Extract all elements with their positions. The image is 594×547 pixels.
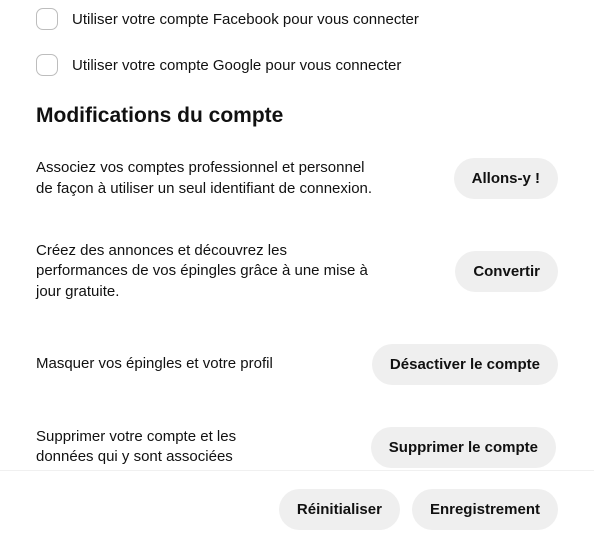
convert-button[interactable]: Convertir — [455, 251, 558, 292]
link-accounts-button[interactable]: Allons-y ! — [454, 158, 558, 199]
deactivate-row: Masquer vos épingles et votre profil Dés… — [36, 344, 558, 385]
facebook-label: Utiliser votre compte Facebook pour vous… — [72, 11, 419, 28]
google-login-option: Utiliser votre compte Google pour vous c… — [36, 54, 558, 76]
save-button[interactable]: Enregistrement — [412, 489, 558, 530]
facebook-checkbox[interactable] — [36, 8, 58, 30]
delete-desc: Supprimer votre compte et les données qu… — [36, 427, 276, 468]
delete-button[interactable]: Supprimer le compte — [371, 427, 556, 468]
google-checkbox[interactable] — [36, 54, 58, 76]
convert-row: Créez des annonces et découvrez les perf… — [36, 241, 558, 302]
link-accounts-row: Associez vos comptes professionnel et pe… — [36, 158, 558, 199]
deactivate-button[interactable]: Désactiver le compte — [372, 344, 558, 385]
google-label: Utiliser votre compte Google pour vous c… — [72, 57, 401, 74]
settings-panel: Utiliser votre compte Facebook pour vous… — [0, 8, 594, 468]
facebook-login-option: Utiliser votre compte Facebook pour vous… — [36, 8, 558, 30]
convert-desc: Créez des annonces et découvrez les perf… — [36, 241, 376, 302]
footer: Réinitialiser Enregistrement — [0, 471, 594, 547]
link-accounts-desc: Associez vos comptes professionnel et pe… — [36, 158, 376, 199]
section-title: Modifications du compte — [36, 104, 558, 128]
delete-row: Supprimer votre compte et les données qu… — [36, 427, 556, 468]
reset-button[interactable]: Réinitialiser — [279, 489, 400, 530]
deactivate-desc: Masquer vos épingles et votre profil — [36, 354, 352, 374]
